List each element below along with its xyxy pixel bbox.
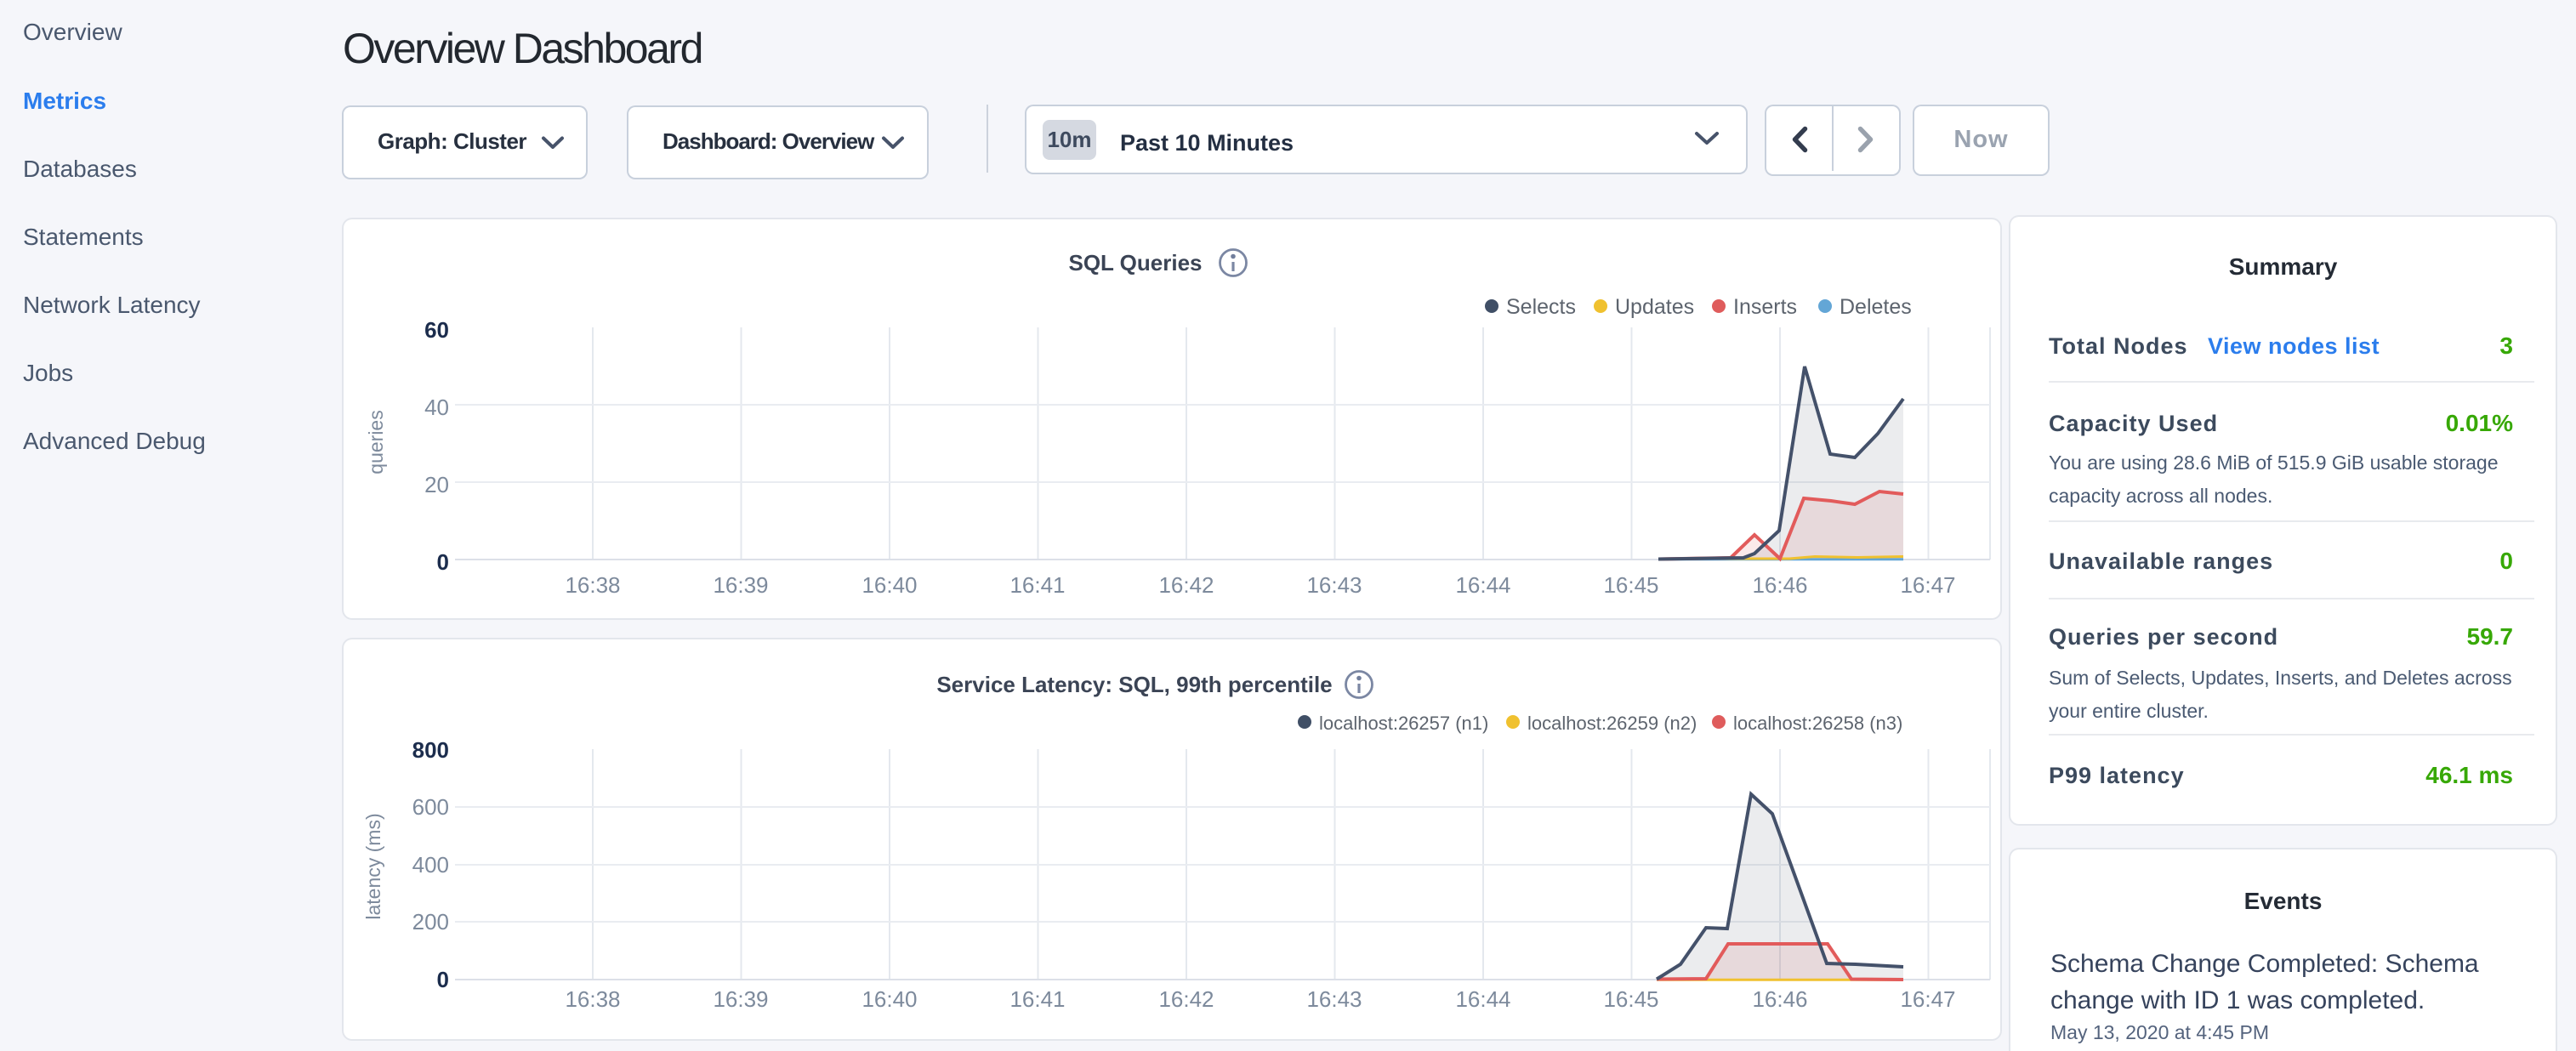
svg-text:40: 40 [424,395,449,420]
svg-text:16:41: 16:41 [1009,986,1065,1012]
svg-text:16:47: 16:47 [1900,986,1955,1012]
svg-text:localhost:26257 (n1): localhost:26257 (n1) [1319,713,1488,734]
svg-text:60: 60 [424,317,449,343]
svg-text:Updates: Updates [1615,295,1694,319]
svg-text:localhost:26259 (n2): localhost:26259 (n2) [1527,713,1697,734]
svg-text:800: 800 [412,737,449,763]
svg-text:Service Latency: SQL, 99th per: Service Latency: SQL, 99th percentile [936,672,1332,697]
svg-text:queries: queries [365,410,387,474]
svg-text:16:42: 16:42 [1158,572,1214,598]
svg-text:16:40: 16:40 [862,986,917,1012]
svg-text:SQL Queries: SQL Queries [1068,250,1202,276]
svg-text:16:39: 16:39 [713,572,768,598]
svg-text:Inserts: Inserts [1733,295,1797,319]
svg-text:0: 0 [437,967,449,992]
svg-text:16:40: 16:40 [862,572,917,598]
svg-text:16:39: 16:39 [713,986,768,1012]
svg-text:16:47: 16:47 [1900,572,1955,598]
svg-text:Selects: Selects [1506,295,1576,319]
svg-text:16:44: 16:44 [1455,986,1510,1012]
svg-text:16:38: 16:38 [565,572,620,598]
svg-text:20: 20 [424,472,449,497]
svg-text:200: 200 [412,909,449,935]
svg-text:Deletes: Deletes [1840,295,1912,319]
svg-text:16:38: 16:38 [565,986,620,1012]
svg-text:16:45: 16:45 [1603,986,1658,1012]
svg-text:16:42: 16:42 [1158,986,1214,1012]
svg-text:0: 0 [437,549,449,575]
svg-text:localhost:26258 (n3): localhost:26258 (n3) [1733,713,1902,734]
svg-text:16:46: 16:46 [1752,572,1807,598]
svg-text:16:43: 16:43 [1306,986,1362,1012]
svg-text:16:41: 16:41 [1009,572,1065,598]
svg-text:16:46: 16:46 [1752,986,1807,1012]
svg-text:16:43: 16:43 [1306,572,1362,598]
svg-text:16:45: 16:45 [1603,572,1658,598]
svg-text:16:44: 16:44 [1455,572,1510,598]
svg-text:latency (ms): latency (ms) [362,813,384,919]
svg-text:400: 400 [412,852,449,878]
svg-text:600: 600 [412,794,449,820]
